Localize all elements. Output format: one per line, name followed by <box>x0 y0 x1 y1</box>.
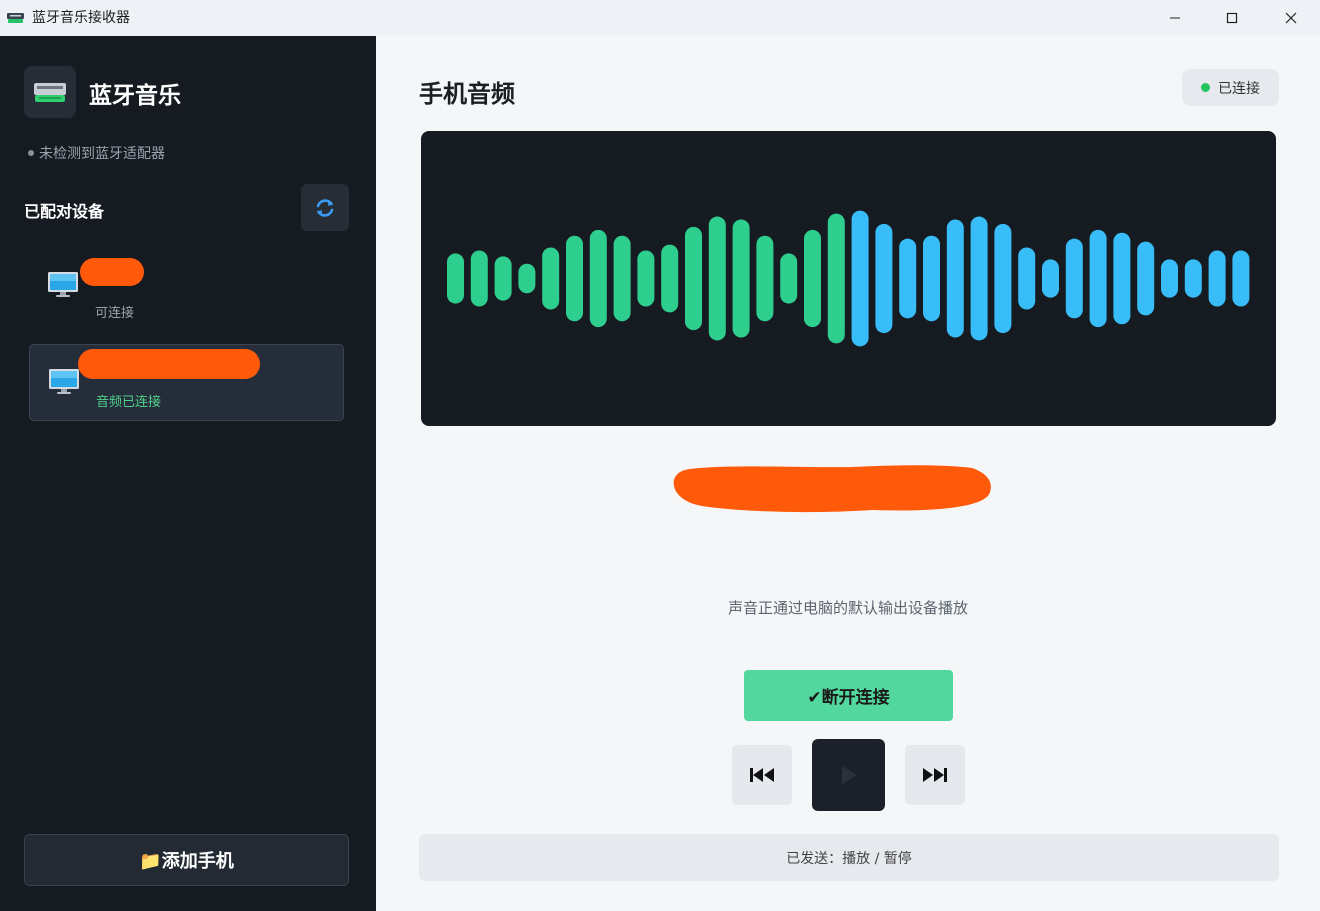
visualizer-bar <box>994 223 1012 334</box>
maximize-button[interactable] <box>1209 0 1255 36</box>
page-title: 手机音频 <box>419 80 515 108</box>
play-pause-button[interactable] <box>812 739 885 811</box>
visualizer-bar <box>542 247 560 310</box>
disconnect-button[interactable]: ✔断开连接 <box>744 670 953 721</box>
connection-badge: 已连接 <box>1182 69 1279 106</box>
title-bar: 蓝牙音乐接收器 <box>0 0 1320 36</box>
visualizer-bar <box>613 235 631 322</box>
visualizer-bar <box>1018 247 1036 310</box>
status-bar: 已发送：播放 / 暂停 <box>419 834 1279 881</box>
visualizer-bar <box>1208 250 1226 307</box>
sidebar: 蓝牙音乐 未检测到蓝牙适配器 已配对设备 可连接 音频已连接 📁添加手机 <box>0 36 376 911</box>
visualizer-bar <box>875 223 893 334</box>
connection-status: 已连接 <box>1218 80 1260 97</box>
visualizer-bar <box>1065 238 1083 319</box>
visualizer-bars <box>447 210 1250 347</box>
add-phone-button[interactable]: 📁添加手机 <box>24 834 349 886</box>
close-icon <box>1285 12 1297 24</box>
audio-visualizer <box>421 131 1276 426</box>
play-icon <box>841 766 857 784</box>
visualizer-bar <box>661 244 679 313</box>
visualizer-bar <box>1089 229 1107 328</box>
logo <box>24 66 76 118</box>
visualizer-bar <box>1161 259 1178 298</box>
visualizer-bar <box>970 216 988 341</box>
visualizer-bar <box>1137 241 1155 316</box>
status-dot-icon <box>1201 83 1210 92</box>
visualizer-bar <box>494 256 512 301</box>
main-panel: 手机音频 已连接 声音正通过电脑的默认输出设备播放 ✔断开连接 已发送：播放 /… <box>376 36 1320 911</box>
maximize-icon <box>1226 12 1238 24</box>
visualizer-bar <box>851 210 869 347</box>
visualizer-bar <box>756 235 774 322</box>
visualizer-bar <box>447 253 464 304</box>
visualizer-bar <box>804 229 821 328</box>
device-status: 可连接 <box>95 306 135 321</box>
visualizer-bar <box>708 216 726 341</box>
visualizer-bar <box>637 250 655 307</box>
redacted-device-name <box>80 258 144 286</box>
next-track-button[interactable] <box>905 745 965 805</box>
visualizer-bar <box>923 235 940 322</box>
close-button[interactable] <box>1268 0 1314 36</box>
previous-track-button[interactable] <box>732 745 792 805</box>
visualizer-bar <box>685 226 702 331</box>
redacted-device-name <box>78 349 260 379</box>
visualizer-bar <box>946 219 964 338</box>
window-title: 蓝牙音乐接收器 <box>32 10 130 26</box>
visualizer-bar <box>732 219 750 338</box>
visualizer-bar <box>780 253 798 304</box>
adapter-status: 未检测到蓝牙适配器 <box>28 143 165 163</box>
paired-devices-title: 已配对设备 <box>24 202 105 221</box>
minimize-button[interactable] <box>1152 0 1198 36</box>
brand-name: 蓝牙音乐 <box>89 83 181 109</box>
visualizer-bar <box>827 213 845 344</box>
visualizer-bar <box>566 235 583 322</box>
device-item[interactable]: 可连接 <box>29 246 344 323</box>
device-status: 音频已连接 <box>96 395 162 410</box>
skip-previous-icon <box>750 768 774 782</box>
monitor-icon <box>48 272 78 297</box>
visualizer-bar <box>518 263 536 294</box>
adapter-status-dot <box>28 150 34 156</box>
device-item-active[interactable]: 音频已连接 <box>29 344 344 421</box>
visualizer-bar <box>1113 232 1131 325</box>
refresh-button[interactable] <box>301 184 349 231</box>
visualizer-bar <box>1232 250 1250 307</box>
redacted-track-title <box>673 465 991 513</box>
skip-next-icon <box>923 768 947 782</box>
minimize-icon <box>1170 17 1180 19</box>
monitor-icon <box>49 369 79 394</box>
visualizer-bar <box>1184 259 1202 298</box>
visualizer-bar <box>470 250 488 307</box>
receiver-icon <box>34 83 66 102</box>
visualizer-bar <box>589 229 607 328</box>
refresh-icon <box>316 198 334 217</box>
visualizer-bar <box>899 238 917 319</box>
playback-hint: 声音正通过电脑的默认输出设备播放 <box>727 599 968 617</box>
visualizer-bar <box>1042 259 1059 298</box>
app-icon <box>7 13 24 23</box>
adapter-status-text: 未检测到蓝牙适配器 <box>39 146 165 162</box>
